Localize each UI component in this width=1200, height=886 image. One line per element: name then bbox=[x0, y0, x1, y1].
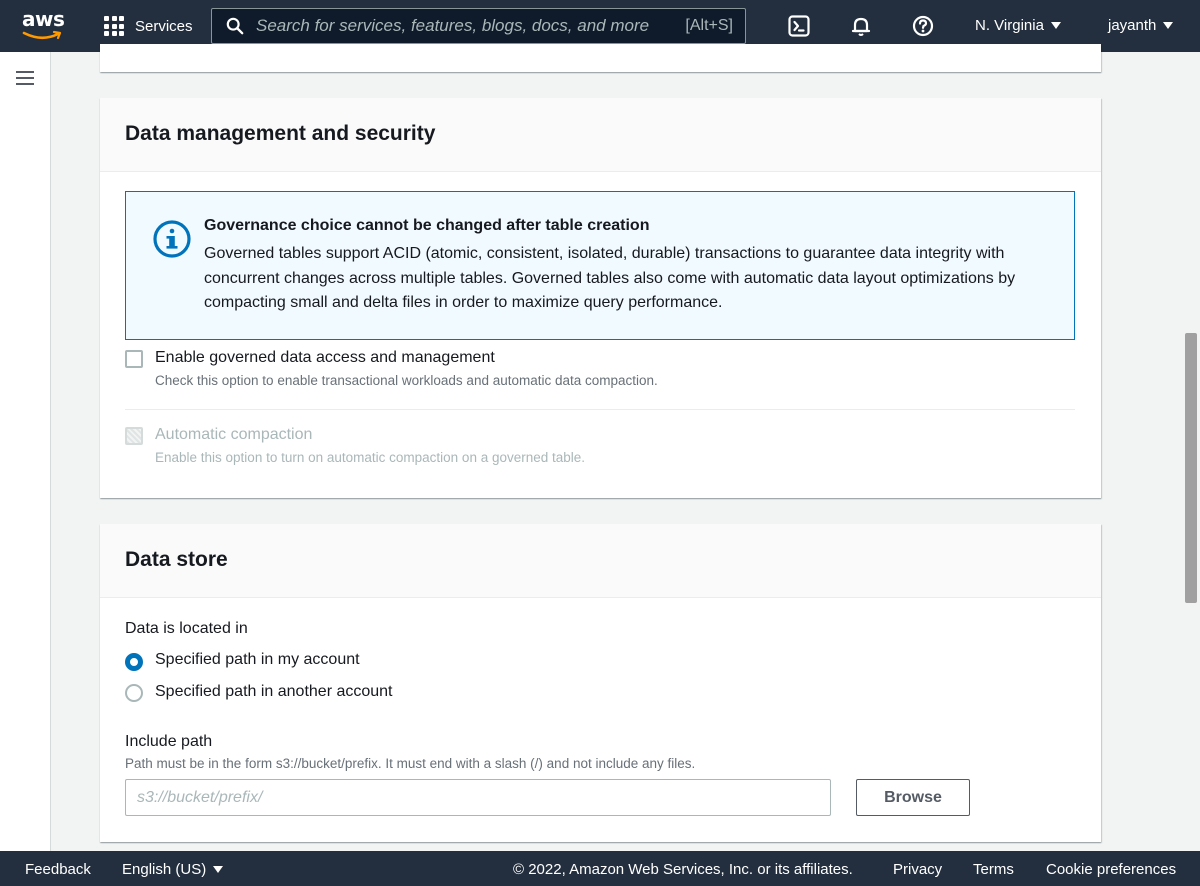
radio-my-account[interactable] bbox=[125, 653, 143, 671]
governance-info-alert: Governance choice cannot be changed afte… bbox=[125, 191, 1075, 340]
cookie-preferences-link[interactable]: Cookie preferences bbox=[1046, 861, 1176, 878]
include-path-hint: Path must be in the form s3://bucket/pre… bbox=[125, 756, 696, 771]
data-management-panel: Data management and security Governance … bbox=[100, 98, 1101, 498]
region-label: N. Virginia bbox=[975, 17, 1044, 34]
panel-header: Data management and security bbox=[100, 98, 1101, 172]
privacy-link[interactable]: Privacy bbox=[893, 861, 942, 878]
grid-icon bbox=[104, 16, 124, 36]
radio-another-account-label[interactable]: Specified path in another account bbox=[155, 683, 393, 701]
info-icon bbox=[153, 220, 191, 258]
search-shortcut-hint: [Alt+S] bbox=[685, 17, 733, 34]
panel-header: Data store bbox=[100, 524, 1101, 598]
previous-panel bbox=[100, 44, 1101, 72]
feedback-link[interactable]: Feedback bbox=[25, 861, 91, 878]
scrollbar-thumb[interactable] bbox=[1185, 333, 1197, 603]
search-input[interactable] bbox=[256, 16, 656, 36]
menu-icon[interactable] bbox=[16, 71, 34, 85]
search-icon bbox=[226, 17, 244, 35]
governed-access-description: Check this option to enable transactiona… bbox=[155, 373, 658, 388]
search-bar[interactable]: [Alt+S] bbox=[211, 8, 746, 44]
terms-link[interactable]: Terms bbox=[973, 861, 1014, 878]
data-store-panel: Data store Data is located in Specified … bbox=[100, 524, 1101, 842]
radio-another-account[interactable] bbox=[125, 684, 143, 702]
account-menu[interactable]: jayanth bbox=[1108, 17, 1174, 34]
caret-down-icon bbox=[1163, 22, 1174, 29]
alert-title: Governance choice cannot be changed afte… bbox=[204, 217, 650, 234]
include-path-input[interactable] bbox=[125, 779, 831, 816]
alert-body: Governed tables support ACID (atomic, co… bbox=[204, 245, 1016, 311]
radio-my-account-label[interactable]: Specified path in my account bbox=[155, 651, 360, 669]
governed-access-checkbox[interactable] bbox=[125, 350, 143, 368]
divider bbox=[125, 409, 1075, 410]
left-navigation-rail bbox=[0, 52, 51, 851]
services-label: Services bbox=[135, 17, 193, 35]
browse-button[interactable]: Browse bbox=[856, 779, 970, 816]
governed-access-label: Enable governed data access and manageme… bbox=[155, 349, 495, 366]
bell-icon[interactable] bbox=[850, 15, 872, 37]
panel-title: Data management and security bbox=[125, 122, 436, 145]
copyright-text: © 2022, Amazon Web Services, Inc. or its… bbox=[513, 861, 853, 878]
aws-logo-text: aws bbox=[22, 7, 65, 31]
data-location-label: Data is located in bbox=[125, 620, 248, 637]
aws-logo[interactable]: aws bbox=[22, 7, 65, 42]
include-path-label: Include path bbox=[125, 733, 213, 750]
caret-down-icon bbox=[1050, 22, 1061, 29]
cloudshell-icon[interactable] bbox=[788, 15, 810, 37]
services-menu-button[interactable]: Services bbox=[104, 15, 193, 37]
panel-title: Data store bbox=[125, 548, 228, 571]
language-label: English (US) bbox=[122, 861, 207, 878]
footer: Feedback English (US) © 2022, Amazon Web… bbox=[0, 851, 1200, 886]
automatic-compaction-checkbox bbox=[125, 427, 143, 445]
automatic-compaction-label: Automatic compaction bbox=[155, 426, 313, 443]
aws-smile-icon bbox=[22, 30, 62, 40]
user-name: jayanth bbox=[1108, 17, 1157, 34]
region-selector[interactable]: N. Virginia bbox=[975, 17, 1061, 34]
language-selector[interactable]: English (US) bbox=[122, 861, 224, 878]
automatic-compaction-description: Enable this option to turn on automatic … bbox=[155, 450, 586, 465]
help-icon[interactable] bbox=[912, 15, 934, 37]
caret-down-icon bbox=[213, 866, 224, 873]
